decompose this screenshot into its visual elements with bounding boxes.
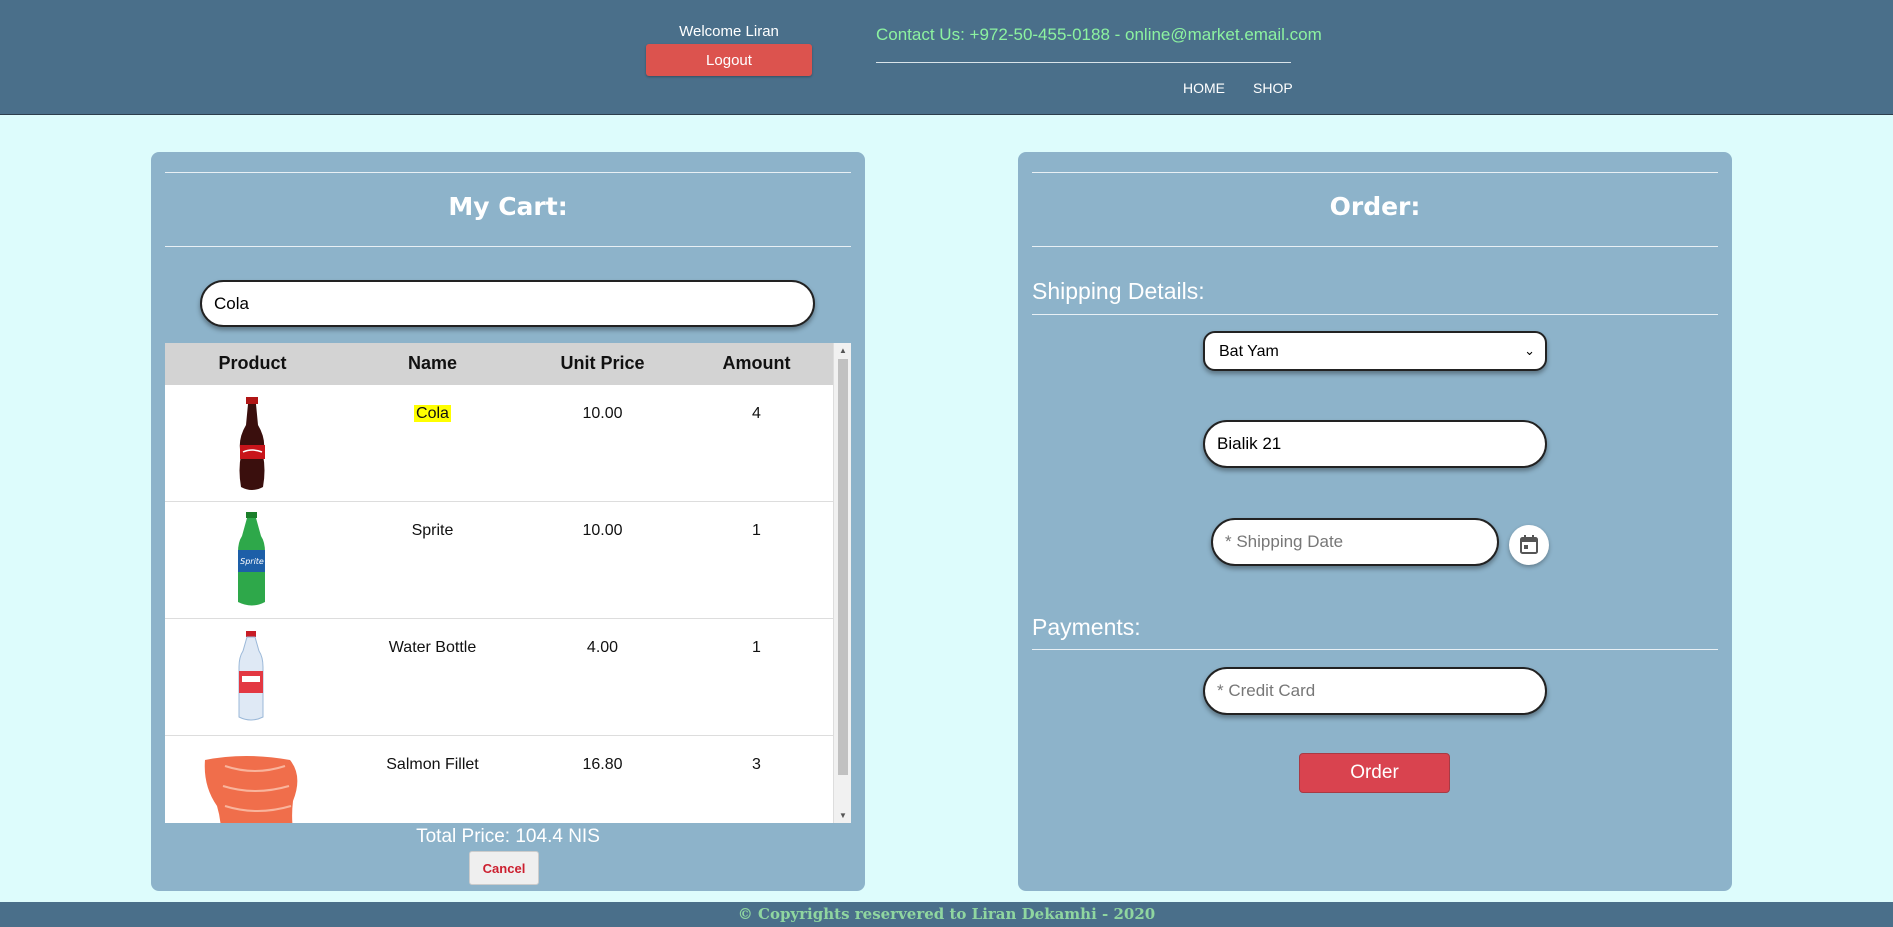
column-header-unit-price: Unit Price — [560, 353, 645, 373]
scroll-down-icon[interactable]: ▼ — [839, 811, 847, 820]
header-divider — [876, 62, 1291, 63]
row-unit-price: 10.00 — [582, 522, 623, 539]
water-bottle-image — [238, 631, 264, 721]
column-header-amount: Amount — [722, 353, 791, 373]
row-name: Salmon Fillet — [386, 756, 479, 773]
cart-panel: My Cart: Product Name Unit Price Amount … — [151, 152, 865, 891]
row-name: Water Bottle — [388, 639, 477, 656]
order-panel: Order: Shipping Details: Bat Yam ⌄ Payme… — [1018, 152, 1732, 891]
payments-title: Payments: — [1032, 614, 1141, 640]
row-amount: 3 — [752, 756, 761, 773]
row-name: Sprite — [411, 522, 454, 539]
salmon-fillet-image — [204, 756, 298, 823]
table-header: Product Name Unit Price Amount — [165, 343, 833, 385]
row-name: Cola — [340, 405, 525, 423]
divider — [1032, 314, 1718, 315]
divider — [1032, 172, 1718, 173]
order-title: Order: — [1329, 192, 1421, 221]
row-unit-price: 16.80 — [582, 756, 623, 773]
logout-button[interactable]: Logout — [646, 44, 812, 76]
row-amount: 1 — [752, 639, 761, 656]
total-price: Total Price: 104.4 NIS — [416, 826, 600, 847]
row-unit-price: 4.00 — [586, 639, 619, 656]
row-unit-price: 10.00 — [582, 405, 623, 422]
row-amount: 4 — [752, 405, 761, 422]
cart-search-input[interactable] — [200, 280, 815, 327]
footer: © Copyrights reservered to Liran Dekamhi… — [0, 902, 1893, 927]
divider — [1032, 246, 1718, 247]
scroll-thumb[interactable] — [838, 359, 848, 775]
svg-text:Sprite: Sprite — [240, 557, 264, 566]
city-select[interactable]: Bat Yam ⌄ — [1203, 331, 1547, 371]
table-row[interactable]: Salmon Fillet 16.80 3 — [165, 736, 833, 823]
copyright-text: © Copyrights reservered to Liran Dekamhi… — [737, 905, 1156, 923]
sprite-bottle-image: Sprite — [238, 512, 265, 606]
scroll-up-icon[interactable]: ▲ — [839, 346, 847, 355]
table-row[interactable]: Water Bottle 4.00 1 — [165, 619, 833, 736]
column-header-name: Name — [407, 353, 458, 373]
search-highlight: Cola — [414, 405, 451, 422]
calendar-icon — [1520, 535, 1538, 554]
credit-card-input[interactable] — [1203, 667, 1547, 715]
cola-bottle-image — [239, 397, 265, 490]
street-input[interactable] — [1203, 420, 1547, 468]
cart-table: Product Name Unit Price Amount Cola 10.0… — [165, 343, 851, 823]
nav-home-link[interactable]: HOME — [1183, 80, 1225, 96]
column-header-product: Product — [218, 353, 287, 373]
top-header: Welcome Liran Logout Contact Us: +972-50… — [0, 0, 1893, 115]
calendar-button[interactable] — [1509, 525, 1549, 565]
cancel-button[interactable]: Cancel — [469, 851, 539, 885]
table-scrollbar[interactable]: ▲ ▼ — [833, 343, 851, 823]
nav-shop-link[interactable]: SHOP — [1253, 80, 1293, 96]
contact-info: Contact Us: +972-50-455-0188 - online@ma… — [876, 25, 1322, 44]
welcome-text: Welcome Liran — [679, 23, 779, 40]
row-amount: 1 — [752, 522, 761, 539]
order-button[interactable]: Order — [1299, 753, 1450, 793]
shipping-details-title: Shipping Details: — [1032, 278, 1205, 304]
divider — [1032, 649, 1718, 650]
cart-title: My Cart: — [448, 192, 568, 221]
table-row[interactable]: Sprite Sprite 10.00 1 — [165, 502, 833, 619]
shipping-date-input[interactable] — [1211, 518, 1499, 566]
city-select-value: Bat Yam — [1219, 343, 1279, 360]
divider — [165, 246, 851, 247]
chevron-down-icon: ⌄ — [1524, 343, 1535, 358]
divider — [165, 172, 851, 173]
table-row[interactable]: Cola 10.00 4 — [165, 385, 833, 502]
